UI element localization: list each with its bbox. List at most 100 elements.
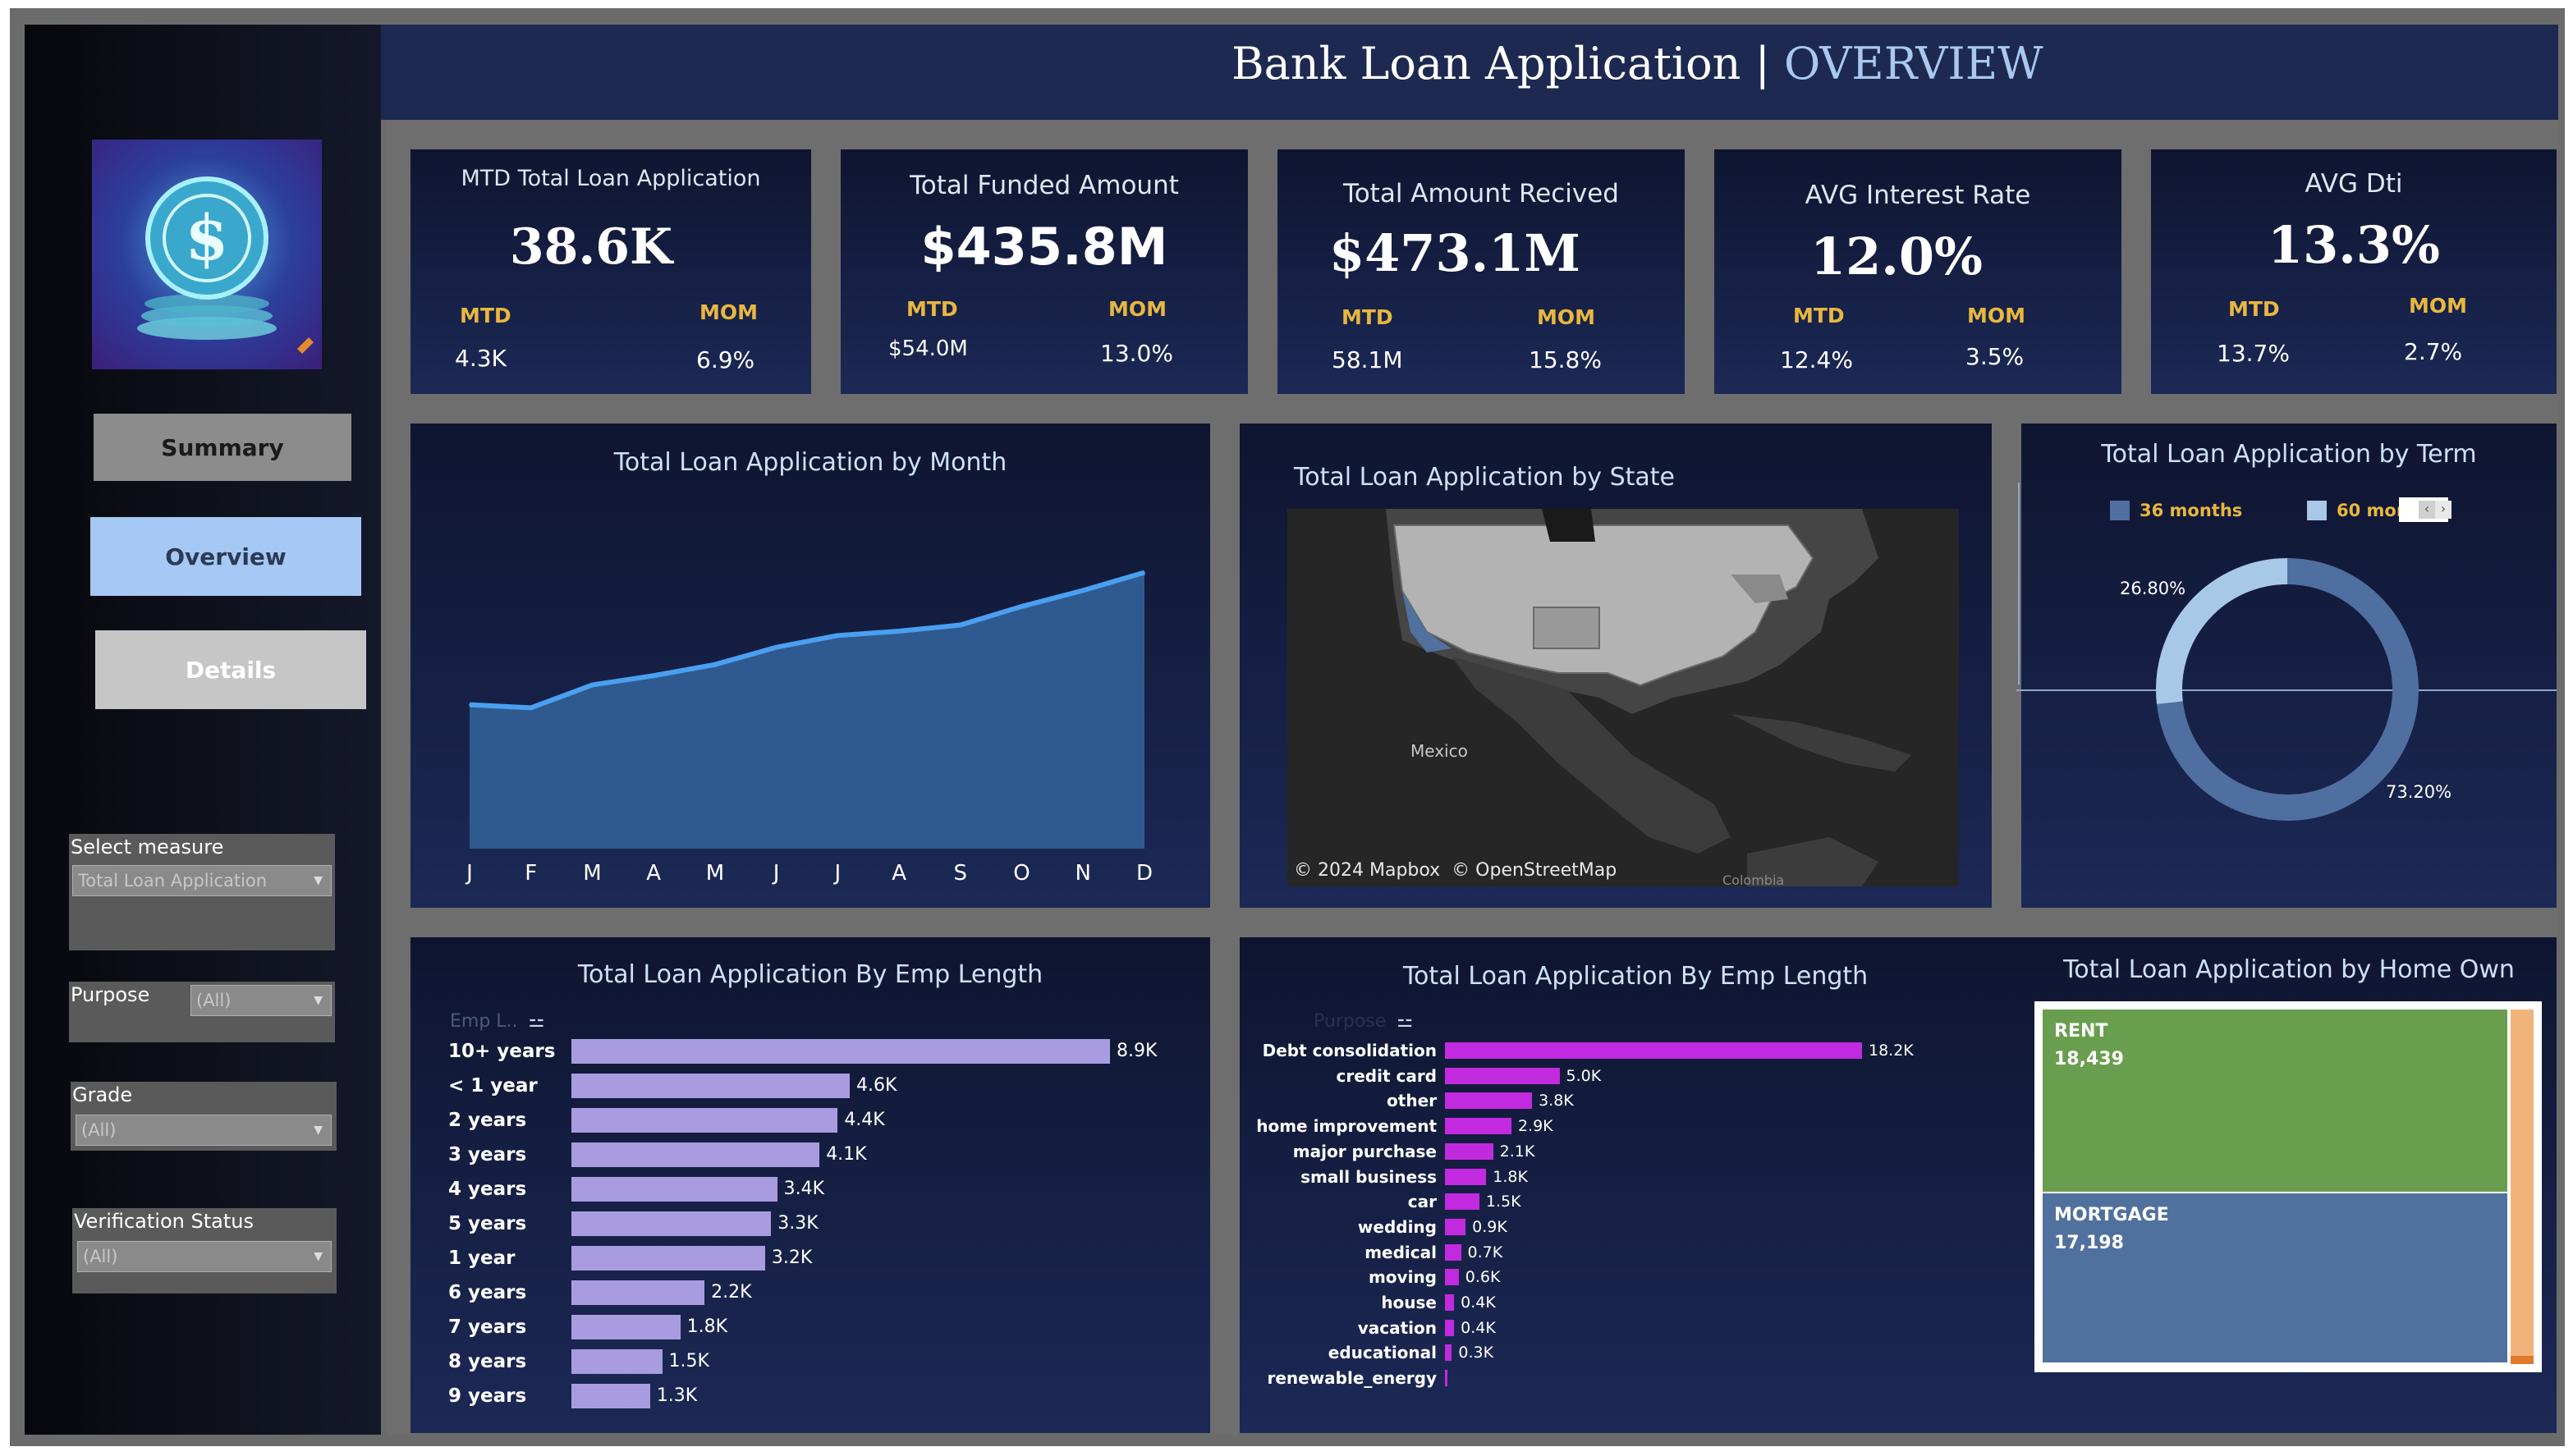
bar[interactable] [571, 1142, 820, 1167]
treemap-tile[interactable]: MORTGAGE 17,198 [2043, 1193, 2509, 1362]
bar[interactable] [1445, 1370, 1447, 1387]
kpi-mom-value: 15.8% [1529, 346, 1602, 373]
kpi-value: 13.3% [2268, 215, 2440, 275]
summary-button[interactable]: Summary [94, 414, 351, 481]
logo: $ [92, 140, 322, 369]
bar-value-label: 8.9K [1117, 1041, 1158, 1061]
verification-status-dropdown[interactable]: (All) ▼ [77, 1241, 332, 1272]
month-tick-label: D [1136, 861, 1153, 886]
dollar-coin-icon: $ [137, 176, 314, 354]
kpi-title: MTD Total Loan Application [461, 166, 761, 191]
kpi-mom-label: MOM [699, 300, 759, 324]
treemap-tile[interactable]: RENT 18,439 [2043, 1010, 2509, 1192]
area-point [959, 624, 961, 626]
verification-status-label: Verification Status [74, 1210, 254, 1233]
bar[interactable] [1445, 1193, 1479, 1211]
home-own-title: Total Loan Application by Home Own [2063, 955, 2515, 984]
mapbox-attribution[interactable]: © 2024 Mapbox [1294, 860, 1440, 881]
bar[interactable] [1445, 1092, 1533, 1110]
area-point [530, 707, 532, 709]
purpose-dropdown[interactable]: (All) ▼ [190, 985, 332, 1016]
bar[interactable] [1445, 1294, 1455, 1311]
bar[interactable] [571, 1349, 663, 1374]
bar-category-label: educational [1328, 1343, 1437, 1363]
month-tick-label: O [1013, 861, 1030, 886]
bar[interactable] [571, 1039, 1110, 1064]
bar[interactable] [571, 1074, 851, 1098]
bar-category-label: 5 years [448, 1213, 527, 1234]
area-point [591, 684, 594, 686]
osm-attribution[interactable]: © OpenStreetMap [1452, 860, 1617, 881]
state-map[interactable]: Mexico Colombia [1287, 509, 1959, 886]
map-label-colombia: Colombia [1722, 872, 1784, 886]
bar-category-label: 7 years [448, 1316, 527, 1338]
summary-button-label: Summary [161, 433, 284, 461]
chevron-down-icon: ▼ [314, 1250, 323, 1263]
area-point [837, 634, 839, 637]
kpi-card-total-funded-amount: Total Funded Amount $435.8M MTD MOM $54.… [841, 149, 1248, 394]
bar[interactable] [571, 1384, 650, 1408]
bar-category-label: wedding [1357, 1216, 1437, 1237]
month-tick-label: N [1076, 861, 1091, 886]
bar[interactable] [571, 1315, 681, 1339]
bar[interactable] [571, 1108, 838, 1133]
bar-category-label: 1 year [448, 1248, 516, 1269]
month-tick-label: F [525, 861, 537, 886]
kpi-mtd-label: MTD [2228, 297, 2280, 321]
select-measure-dropdown[interactable]: Total Loan Application ▼ [72, 865, 332, 896]
month-tick-label: A [646, 861, 661, 886]
kpi-value: 38.6K [509, 218, 673, 276]
bar-value-label: 5.0K [1566, 1066, 1602, 1085]
bar[interactable] [571, 1211, 772, 1236]
bar-value-label: 0.6K [1465, 1268, 1501, 1287]
grade-label: Grade [72, 1083, 133, 1106]
month-tick-label: A [892, 861, 906, 886]
month-tick-label: J [772, 861, 780, 886]
bar[interactable] [1445, 1067, 1560, 1084]
bar[interactable] [571, 1246, 765, 1271]
bar-category-label: other [1387, 1091, 1437, 1111]
bar[interactable] [1445, 1344, 1452, 1362]
bar-category-label: small business [1300, 1166, 1437, 1187]
month-tick-label: M [583, 861, 601, 886]
bar-category-label: 10+ years [448, 1041, 556, 1062]
bar[interactable] [1445, 1142, 1493, 1160]
treemap-tile-other-small[interactable] [2511, 1356, 2534, 1364]
bar-value-label: 4.1K [826, 1144, 867, 1165]
kpi-mtd-value: 13.7% [2217, 340, 2290, 367]
bar-value-label: 2.9K [1517, 1117, 1553, 1136]
bar-value-label: 1.8K [686, 1316, 728, 1337]
treemap-tile-value: 17,198 [2054, 1232, 2124, 1253]
svg-text:$: $ [186, 201, 229, 274]
bar[interactable] [1445, 1168, 1487, 1185]
bar[interactable] [1445, 1319, 1455, 1336]
area-point [1144, 571, 1145, 574]
details-button[interactable]: Details [95, 630, 366, 709]
map-panel: Total Loan Application by State Mexico C… [1240, 424, 1992, 908]
select-measure-filter: Select measure Total Loan Application ▼ [69, 834, 335, 950]
bar[interactable] [1445, 1243, 1461, 1261]
treemap-tile-other[interactable] [2511, 1010, 2534, 1364]
kpi-title: AVG Interest Rate [1805, 181, 2031, 210]
emp-length-panel: Total Loan Application By Emp Length Emp… [410, 937, 1210, 1433]
bar[interactable] [1445, 1218, 1466, 1235]
bar[interactable] [571, 1280, 705, 1305]
kpi-mtd-label: MTD [906, 297, 958, 321]
donut-chart: 73.20% 26.80% [2120, 558, 2451, 821]
purpose-bars: Debt consolidation 18.2K credit card 5.0K ot… [1240, 937, 2031, 1433]
bar[interactable] [571, 1177, 777, 1202]
overview-button[interactable]: Overview [90, 517, 361, 596]
bar-value-label: 3.3K [777, 1213, 819, 1234]
kpi-card-avg-interest-rate: AVG Interest Rate 12.0% MTD MOM 12.4% 3.… [1714, 149, 2121, 394]
select-measure-value: Total Loan Application [78, 871, 268, 891]
purpose-filter: Purpose (All) ▼ [69, 982, 335, 1042]
kpi-card-avg-dti: AVG Dti 13.3% MTD MOM 13.7% 2.7% [2151, 149, 2557, 394]
bar[interactable] [1445, 1118, 1511, 1135]
bar[interactable] [1445, 1269, 1459, 1286]
treemap-tile-label: RENT [2054, 1021, 2108, 1042]
grade-dropdown[interactable]: (All) ▼ [76, 1115, 332, 1146]
overview-button-label: Overview [165, 543, 287, 570]
area-point [1082, 589, 1085, 592]
bar-category-label: home improvement [1256, 1116, 1437, 1137]
bar[interactable] [1445, 1042, 1862, 1059]
